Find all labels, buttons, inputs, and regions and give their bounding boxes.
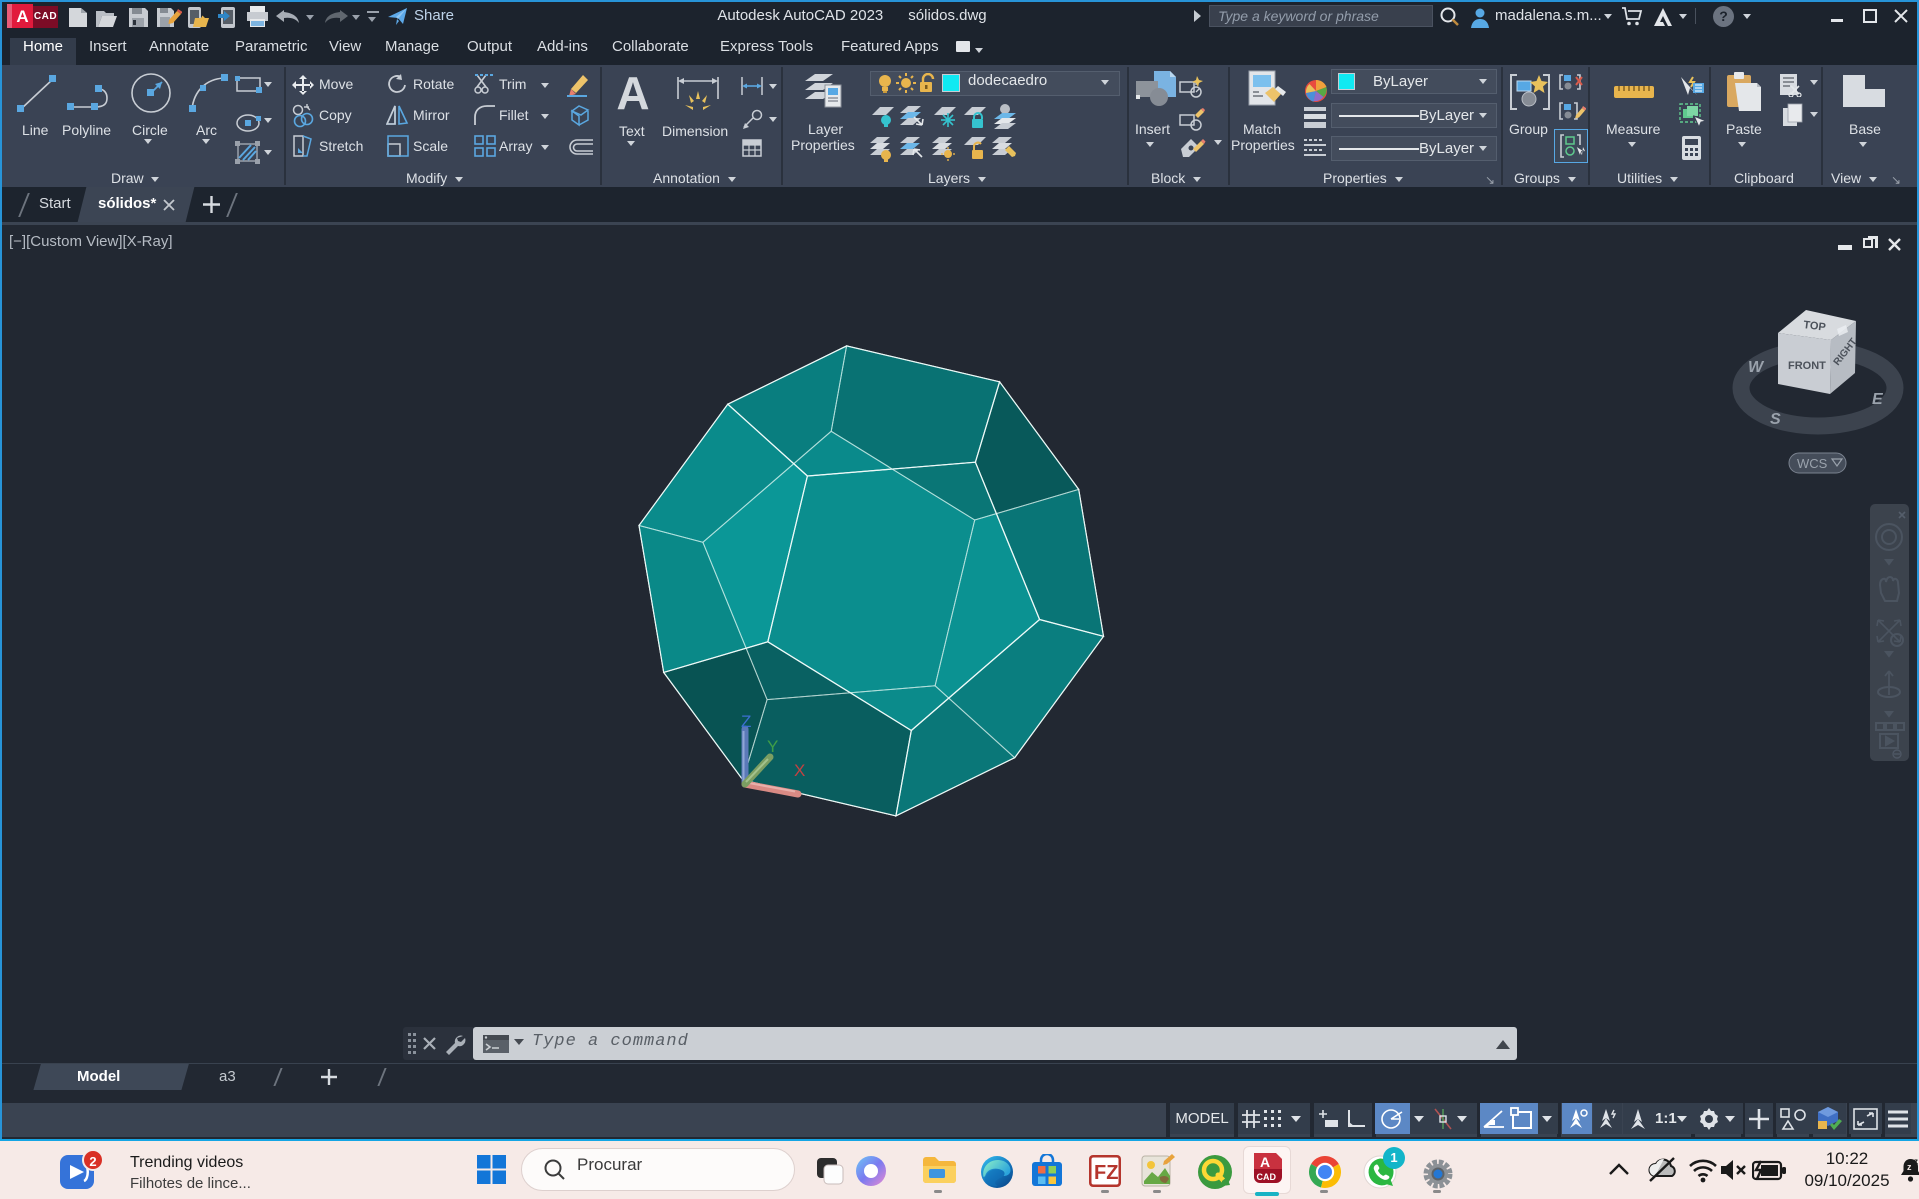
- svg-text:FZ: FZ: [1094, 1162, 1118, 1184]
- svg-text:z: z: [1914, 1158, 1918, 1166]
- svg-text:z: z: [1907, 1162, 1912, 1172]
- svg-text:A: A: [1260, 1154, 1270, 1170]
- svg-text:CAD: CAD: [1257, 1172, 1277, 1182]
